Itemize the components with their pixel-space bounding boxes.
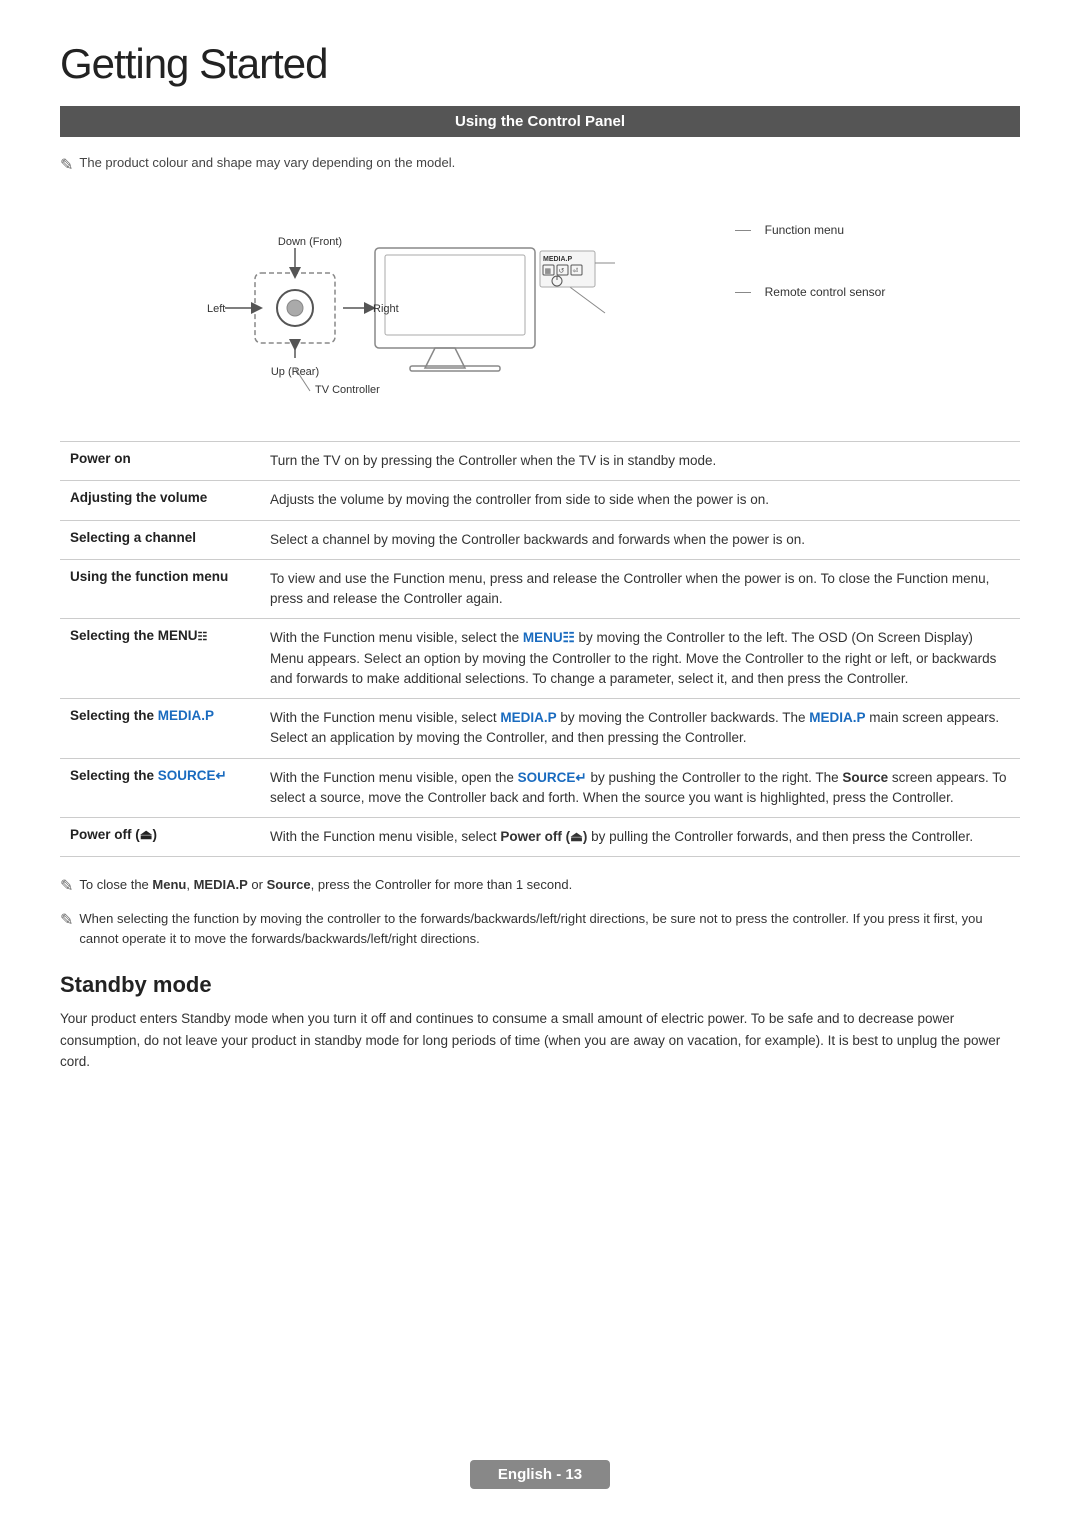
standby-heading: Standby mode [60,972,1020,998]
svg-text:▦: ▦ [544,268,551,275]
table-row: Adjusting the volume Adjusts the volume … [60,481,1020,520]
row-description: Turn the TV on by pressing the Controlle… [260,442,1020,481]
row-description: With the Function menu visible, select t… [260,619,1020,699]
function-menu-label-line: Function menu [735,223,844,237]
table-row: Power off (⏏) With the Function menu vis… [60,818,1020,857]
svg-text:↺: ↺ [558,268,564,275]
svg-text:⏎: ⏎ [572,267,578,275]
note-icon-1: ✎ [60,875,73,899]
row-label: Selecting the MENU☷ [60,619,260,699]
table-row: Using the function menu To view and use … [60,559,1020,619]
table-row: Selecting the MEDIA.P With the Function … [60,699,1020,759]
svg-text:MEDIA.P: MEDIA.P [543,256,573,263]
control-table: Power on Turn the TV on by pressing the … [60,441,1020,857]
table-row: Selecting the MENU☷ With the Function me… [60,619,1020,699]
row-label: Using the function menu [60,559,260,619]
row-label: Selecting a channel [60,520,260,559]
table-row: Selecting the SOURCE↵ With the Function … [60,758,1020,818]
remote-sensor-label-line: Remote control sensor [735,285,886,299]
model-note: ✎ The product colour and shape may vary … [60,155,1020,175]
page-number: English - 13 [470,1460,610,1489]
note-icon-2: ✎ [60,909,73,933]
page-title: Getting Started [60,40,1020,88]
svg-text:Down (Front): Down (Front) [278,236,342,248]
row-description: Select a channel by moving the Controlle… [260,520,1020,559]
svg-text:TV Controller: TV Controller [315,384,380,396]
page-footer: English - 13 [0,1460,1080,1489]
row-description: With the Function menu visible, select P… [260,818,1020,857]
row-label: Selecting the SOURCE↵ [60,758,260,818]
svg-text:Up (Rear): Up (Rear) [270,366,318,378]
row-description: Adjusts the volume by moving the control… [260,481,1020,520]
table-row: Power on Turn the TV on by pressing the … [60,442,1020,481]
standby-body: Your product enters Standby mode when yo… [60,1008,1020,1073]
svg-text:Left: Left [207,303,225,315]
note-icon: ✎ [60,155,73,175]
row-description: With the Function menu visible, select M… [260,699,1020,759]
diagram-labels: Function menu Remote control sensor [735,193,886,299]
note-directions: ✎ When selecting the function by moving … [60,909,1020,948]
row-label: Power on [60,442,260,481]
function-menu-label: Function menu [765,223,844,237]
row-description: To view and use the Function menu, press… [260,559,1020,619]
controller-diagram: Down (Front) Left Right Up (Rear) TV Con… [195,193,695,403]
section-header: Using the Control Panel [60,106,1020,137]
row-label: Power off (⏏) [60,818,260,857]
remote-sensor-label: Remote control sensor [765,285,886,299]
row-description: With the Function menu visible, open the… [260,758,1020,818]
row-label: Selecting the MEDIA.P [60,699,260,759]
row-label: Adjusting the volume [60,481,260,520]
note-close-menu: ✎ To close the Menu, MEDIA.P or Source, … [60,875,1020,899]
svg-text:Right: Right [373,303,399,315]
diagram-area: Down (Front) Left Right Up (Rear) TV Con… [60,193,1020,413]
table-row: Selecting a channel Select a channel by … [60,520,1020,559]
